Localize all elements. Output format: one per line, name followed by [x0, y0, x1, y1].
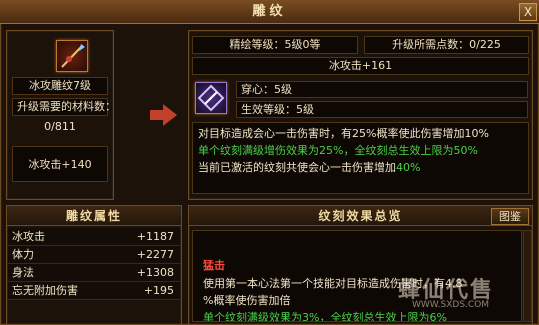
window-title: 雕纹 — [252, 4, 287, 19]
description-line-1: 对目标造成会心一击伤害时，有25%概率使此伤害增加10% — [198, 127, 489, 140]
rune-description: 对目标造成会心一击伤害时，有25%概率使此伤害增加10% 单个纹刻满级增伤效果为… — [192, 122, 529, 194]
attribute-value: +195 — [143, 284, 174, 297]
window-title-bar: 雕纹 — [0, 0, 539, 24]
item-attack-bonus: 冰攻击+140 — [12, 146, 108, 182]
attributes-list: 冰攻击 +1187 体力 +2277 身法 +1308 忘无附加伤害 +195 — [8, 228, 180, 300]
attribute-name: 忘无附加伤害 — [12, 284, 78, 297]
attribute-name: 体力 — [12, 248, 34, 261]
attribute-value: +2277 — [136, 248, 174, 261]
attribute-value: +1308 — [136, 266, 174, 279]
craft-level: 精绘等级：5级0等 — [192, 36, 358, 54]
attributes-title: 雕纹属性 — [7, 206, 181, 226]
attribute-name: 身法 — [12, 266, 34, 279]
materials-label: 升级需要的材料数： — [12, 98, 116, 116]
rune-attack-value: 冰攻击+161 — [192, 57, 529, 75]
overview-scrollbar[interactable] — [523, 230, 532, 322]
codex-button[interactable]: 图鉴 — [491, 208, 529, 225]
rune-name: 穿心：5级 — [236, 81, 528, 98]
description-line-2: 单个纹刻满级增伤效果为25%，全纹刻总生效上限为50% — [198, 144, 478, 157]
attribute-name: 冰攻击 — [12, 230, 45, 243]
description-line-3-value: 40% — [396, 161, 421, 174]
spear-icon — [61, 44, 85, 68]
attribute-row: 冰攻击 +1187 — [8, 228, 180, 246]
overview-entry-note: 单个纹刻满级效果为3%，全纹刻总生效上限为6% — [203, 311, 447, 322]
close-icon: X — [523, 5, 533, 19]
close-button[interactable]: X — [519, 3, 537, 21]
overview-title: 纹刻效果总览 — [189, 206, 532, 226]
overview-entry-line-2: %概率使伤害加倍 — [203, 294, 291, 307]
rune-active-level: 生效等级：5级 — [236, 101, 528, 118]
attribute-row: 身法 +1308 — [8, 264, 180, 282]
item-name: 冰攻雕纹7级 — [12, 77, 108, 95]
upgrade-points: 升级所需点数：0/225 — [364, 36, 529, 54]
description-line-3: 当前已激活的纹刻共使会心一击伤害增加40% — [198, 159, 523, 176]
rune-icon — [197, 84, 225, 112]
attribute-value: +1187 — [136, 230, 174, 243]
rune-slot[interactable] — [195, 82, 227, 114]
materials-value: 0/811 — [44, 120, 76, 133]
carving-item-slot[interactable] — [56, 40, 88, 72]
overview-entry-name: 猛击 — [203, 259, 225, 272]
description-line-3-text: 当前已激活的纹刻共使会心一击伤害增加 — [198, 161, 396, 174]
upgrade-arrow — [150, 104, 180, 128]
attribute-row: 忘无附加伤害 +195 — [8, 282, 180, 300]
watermark-url: WWW.SXDS.COM — [412, 300, 490, 310]
attribute-row: 体力 +2277 — [8, 246, 180, 264]
